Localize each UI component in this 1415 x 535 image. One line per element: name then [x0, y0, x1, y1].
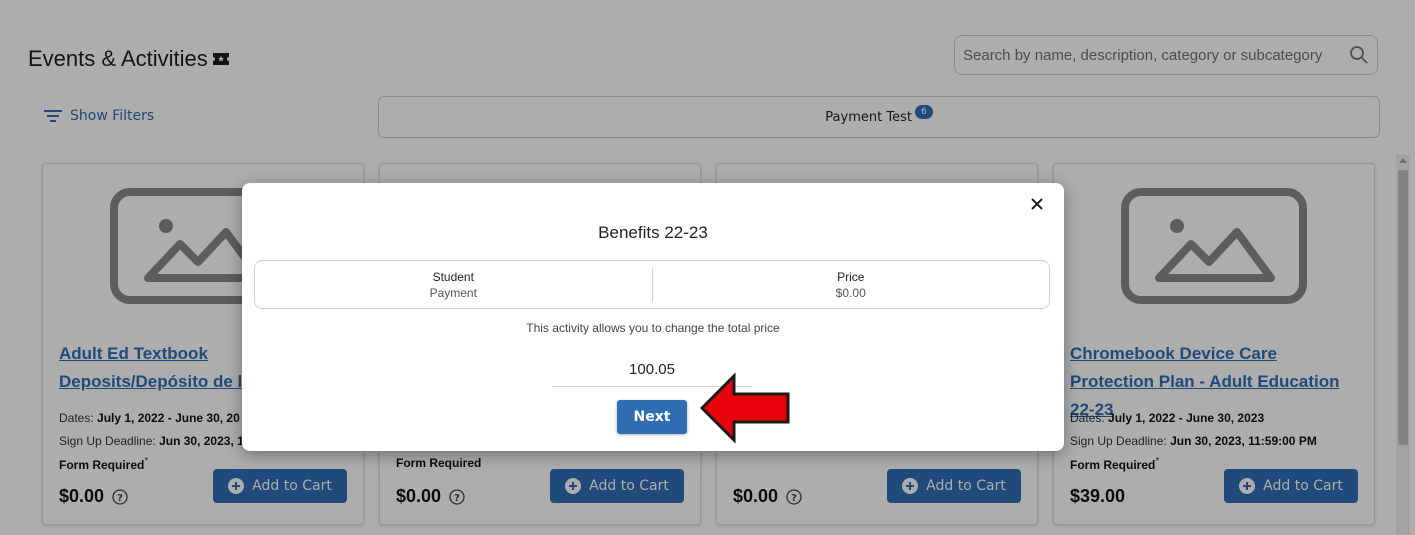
- price-column: Price $0.00: [653, 261, 1050, 308]
- price-value: $0.00: [835, 285, 866, 300]
- close-icon[interactable]: [1026, 193, 1048, 215]
- dialog-title: Benefits 22-23: [598, 223, 708, 242]
- price-label: Price: [837, 269, 865, 284]
- price-change-dialog: Benefits 22-23 Student Payment Price $0.…: [242, 183, 1064, 451]
- student-column: Student Payment: [255, 261, 652, 308]
- next-button[interactable]: Next: [617, 400, 687, 434]
- student-label: Student: [432, 269, 474, 284]
- red-arrow-annotation-icon: [699, 372, 790, 444]
- student-value: Payment: [429, 285, 477, 300]
- price-change-note: This activity allows you to change the t…: [526, 321, 780, 335]
- activity-summary-box: Student Payment Price $0.00: [254, 260, 1050, 309]
